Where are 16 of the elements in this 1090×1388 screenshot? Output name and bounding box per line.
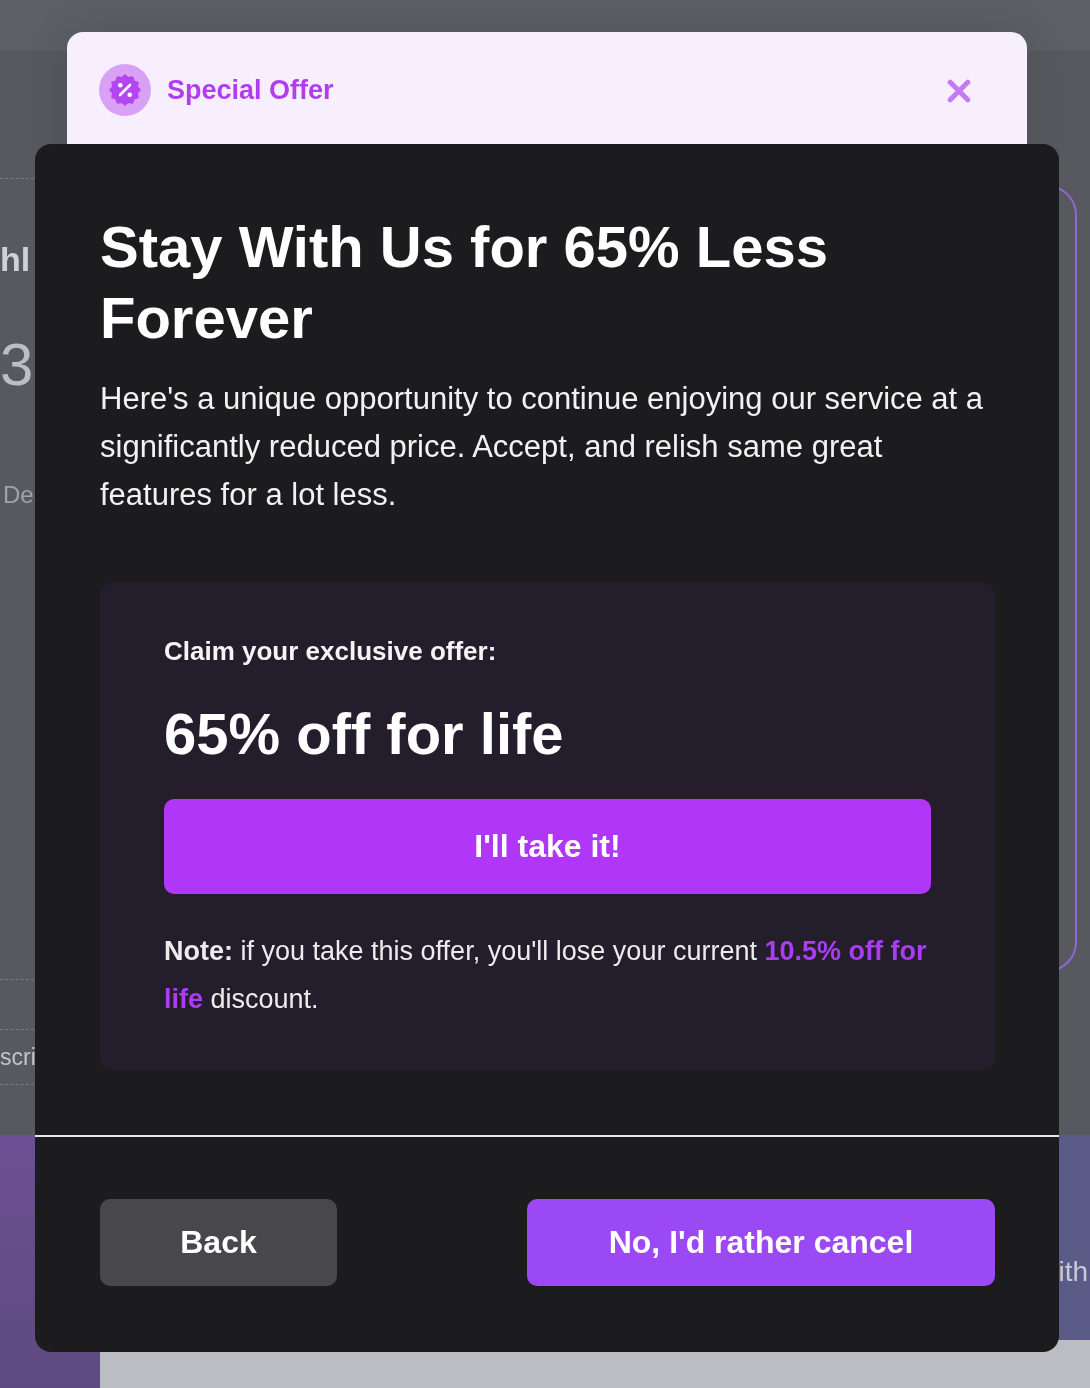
offer-description: Here's a unique opportunity to continue enjoying our service at a significantly reduced price. Accept, and relish same great features for a lot less. bbox=[100, 380, 985, 514]
page-heading-text: hl bbox=[0, 239, 31, 279]
back-button[interactable]: Back bbox=[100, 1199, 337, 1286]
offer-note: Note: if you take this offer, you'll lose your current 10.5% off for life discount. bbox=[164, 935, 928, 1016]
offer-headline: 65% off for life bbox=[164, 700, 565, 768]
accept-offer-button[interactable]: I'll take it! bbox=[164, 799, 931, 894]
dialog-title: Special Offer bbox=[167, 74, 334, 107]
caption-text: De bbox=[3, 480, 34, 510]
tab-label: scri bbox=[0, 1043, 36, 1072]
banner-text: ith bbox=[1058, 1256, 1088, 1288]
large-figure-text: 3 bbox=[0, 330, 34, 400]
discount-badge-icon bbox=[99, 64, 151, 116]
offer-label: Claim your exclusive offer: bbox=[164, 635, 498, 667]
cancel-button[interactable]: No, I'd rather cancel bbox=[527, 1199, 995, 1286]
close-icon[interactable] bbox=[947, 79, 971, 103]
offer-heading: Stay With Us for 65% Less Forever bbox=[100, 213, 829, 352]
